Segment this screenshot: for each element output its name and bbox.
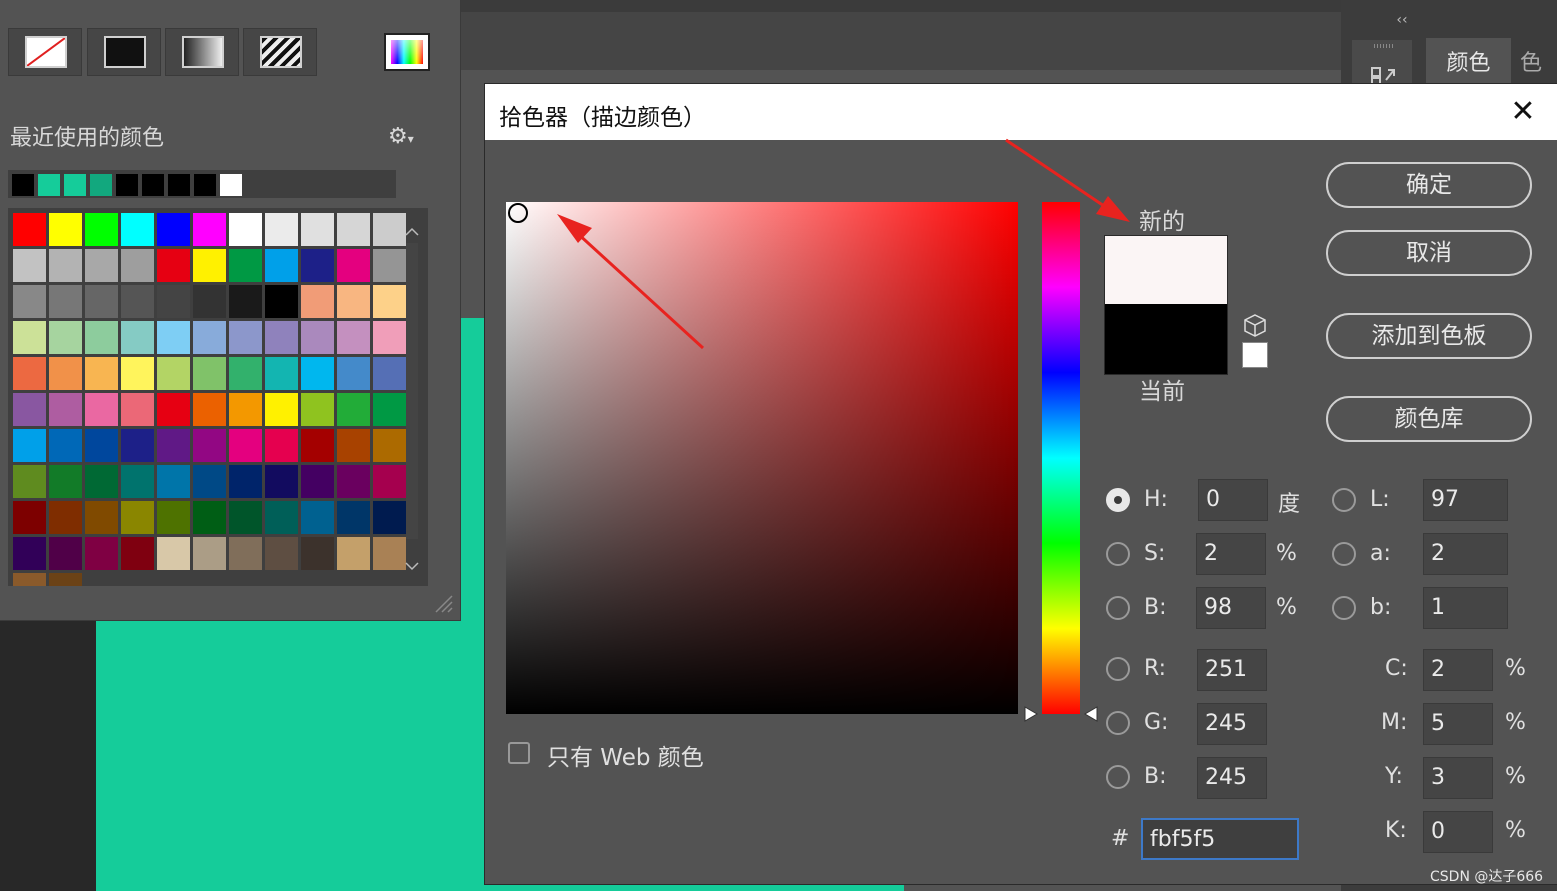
- arrow-to-color-field-icon: [557, 214, 705, 350]
- watermark: CSDN @达子666: [1430, 869, 1544, 885]
- arrow-to-new-color-icon: [1005, 138, 1130, 222]
- annotation-arrows: [557, 138, 1130, 350]
